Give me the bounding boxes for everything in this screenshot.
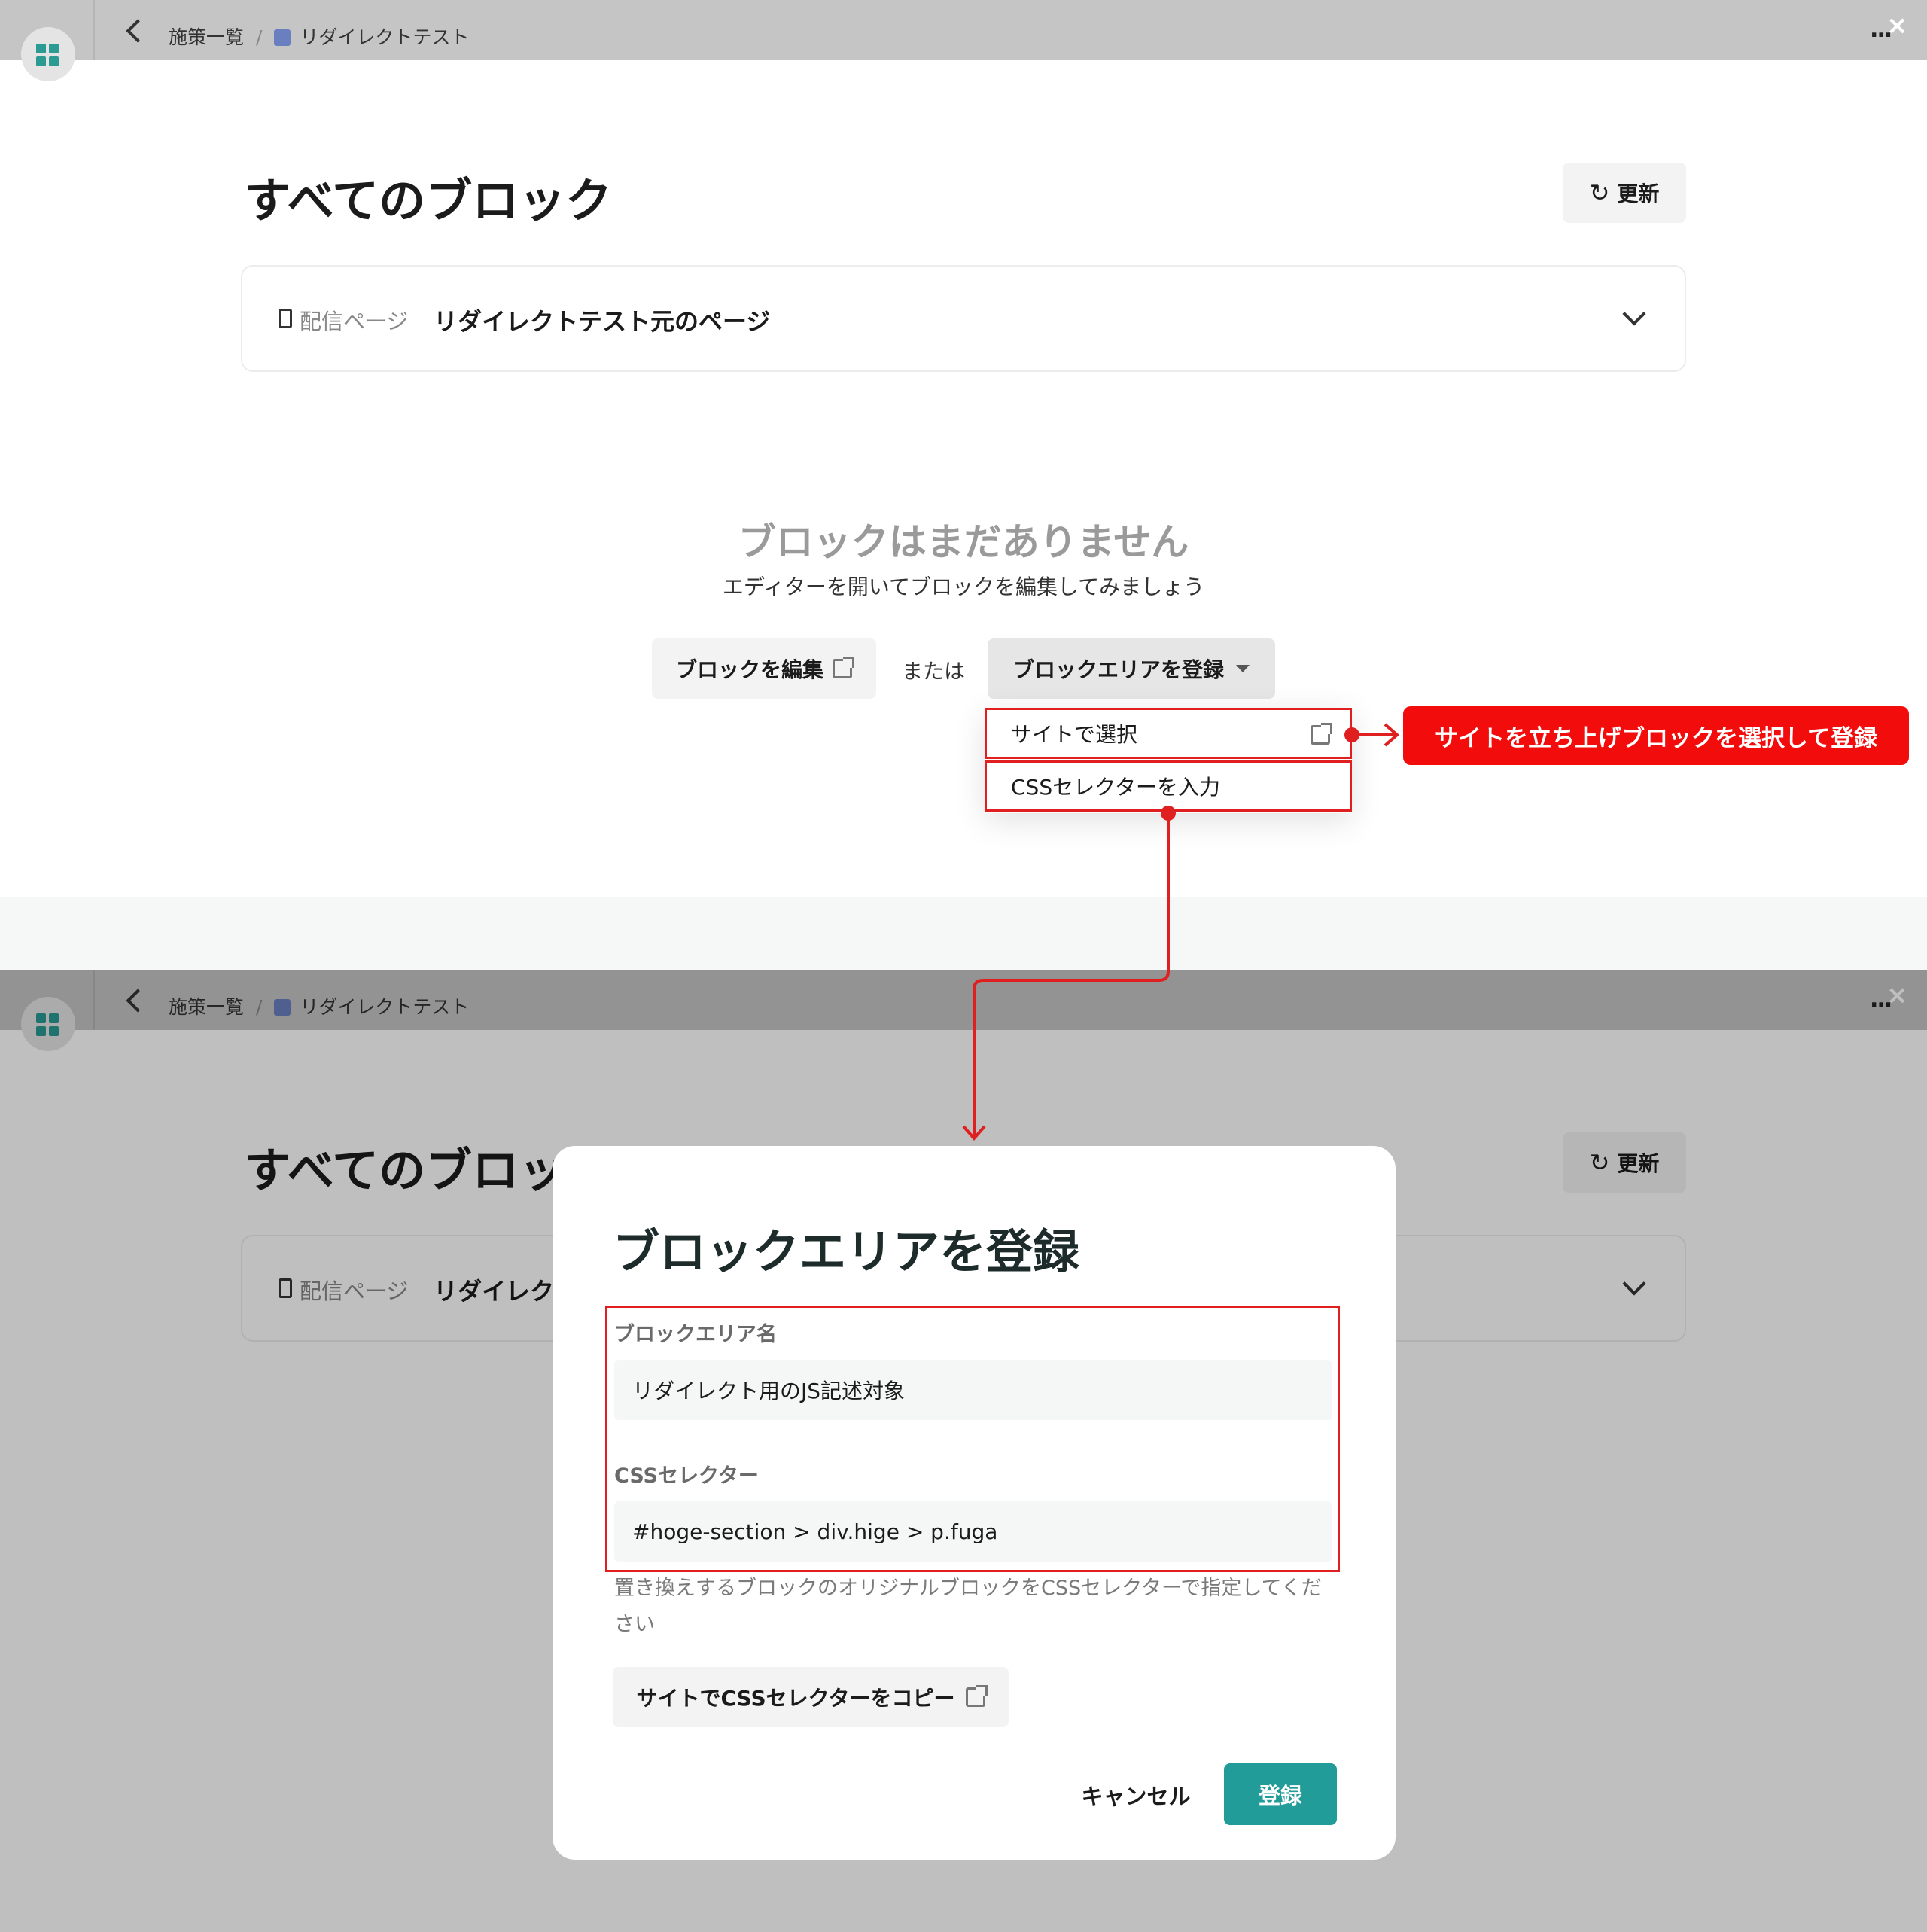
dialog-title: ブロックエリアを登録 bbox=[613, 1214, 1079, 1281]
empty-state-title: ブロックはまだありません bbox=[0, 512, 1927, 566]
register-block-area-dialog: ブロックエリアを登録 ブロックエリア名 CSSセレクター 置き換えするブロックの… bbox=[553, 1146, 1396, 1860]
breadcrumb: 施策一覧 / リダイレクトテスト bbox=[169, 23, 469, 50]
refresh-label: 更新 bbox=[1617, 178, 1659, 208]
annotation-callout: サイトを立ち上げブロックを選択して登録 bbox=[1403, 706, 1909, 765]
register-block-area-label: ブロックエリアを登録 bbox=[1013, 654, 1224, 684]
css-selector-label: CSSセレクター bbox=[614, 1459, 759, 1489]
top-panel: 施策一覧 / リダイレクトテスト ... × すべてのブロック ↻ 更新 配信ペ… bbox=[0, 0, 1927, 970]
page-title: すべてのブロック bbox=[244, 163, 612, 230]
block-area-name-label: ブロックエリア名 bbox=[614, 1318, 777, 1347]
chevron-down-icon[interactable] bbox=[1622, 302, 1645, 325]
delivery-page-value: リダイレクトテスト元のページ bbox=[434, 303, 770, 337]
menu-item-label: CSSセレクターを入力 bbox=[1011, 771, 1220, 801]
breadcrumb-current: リダイレクトテスト bbox=[300, 26, 469, 48]
empty-state-subtitle: エディターを開いてブロックを編集してみましょう bbox=[0, 571, 1927, 601]
block-area-name-input[interactable] bbox=[614, 1360, 1332, 1420]
register-dropdown-menu: サイトで選択 CSSセレクターを入力 bbox=[985, 708, 1352, 813]
close-icon[interactable]: × bbox=[1886, 11, 1908, 41]
copy-css-selector-label: サイトでCSSセレクターをコピー bbox=[636, 1682, 954, 1712]
books-icon bbox=[274, 29, 291, 46]
external-link-icon bbox=[833, 659, 852, 678]
refresh-button[interactable]: ↻ 更新 bbox=[1563, 163, 1686, 223]
css-selector-help-text: 置き換えするブロックのオリジナルブロックをCSSセレクターで指定してください bbox=[614, 1571, 1337, 1643]
top-bar: 施策一覧 / リダイレクトテスト ... × bbox=[0, 0, 1927, 60]
delivery-page-selector[interactable]: 配信ページ リダイレクトテスト元のページ bbox=[241, 265, 1686, 372]
edit-block-button[interactable]: ブロックを編集 bbox=[652, 638, 876, 699]
app-logo[interactable] bbox=[21, 27, 75, 81]
menu-item-enter-css-selector[interactable]: CSSセレクターを入力 bbox=[985, 760, 1352, 812]
delivery-page-label: 配信ページ bbox=[300, 304, 408, 336]
submit-register-button[interactable]: 登録 bbox=[1224, 1763, 1337, 1825]
cancel-button[interactable]: キャンセル bbox=[1064, 1765, 1207, 1825]
edit-block-label: ブロックを編集 bbox=[676, 654, 823, 684]
breadcrumb-separator: / bbox=[256, 26, 262, 48]
external-link-icon bbox=[1311, 725, 1330, 745]
menu-item-label: サイトで選択 bbox=[1011, 718, 1137, 748]
document-icon bbox=[279, 309, 292, 328]
register-block-area-button[interactable]: ブロックエリアを登録 bbox=[988, 638, 1275, 699]
css-selector-input[interactable] bbox=[614, 1501, 1332, 1562]
menu-item-select-on-site[interactable]: サイトで選択 bbox=[985, 708, 1352, 759]
copy-css-selector-on-site-button[interactable]: サイトでCSSセレクターをコピー bbox=[613, 1667, 1009, 1727]
caret-down-icon bbox=[1236, 665, 1250, 672]
or-text: または bbox=[902, 655, 965, 685]
screenshot-root: 施策一覧 / リダイレクトテスト ... × すべてのブロック ↻ 更新 配信ペ… bbox=[0, 0, 1927, 1932]
breadcrumb-parent[interactable]: 施策一覧 bbox=[169, 26, 244, 48]
external-link-icon bbox=[966, 1687, 985, 1707]
footer-band bbox=[0, 897, 1927, 970]
refresh-icon: ↻ bbox=[1590, 178, 1610, 207]
back-icon[interactable] bbox=[126, 19, 149, 42]
